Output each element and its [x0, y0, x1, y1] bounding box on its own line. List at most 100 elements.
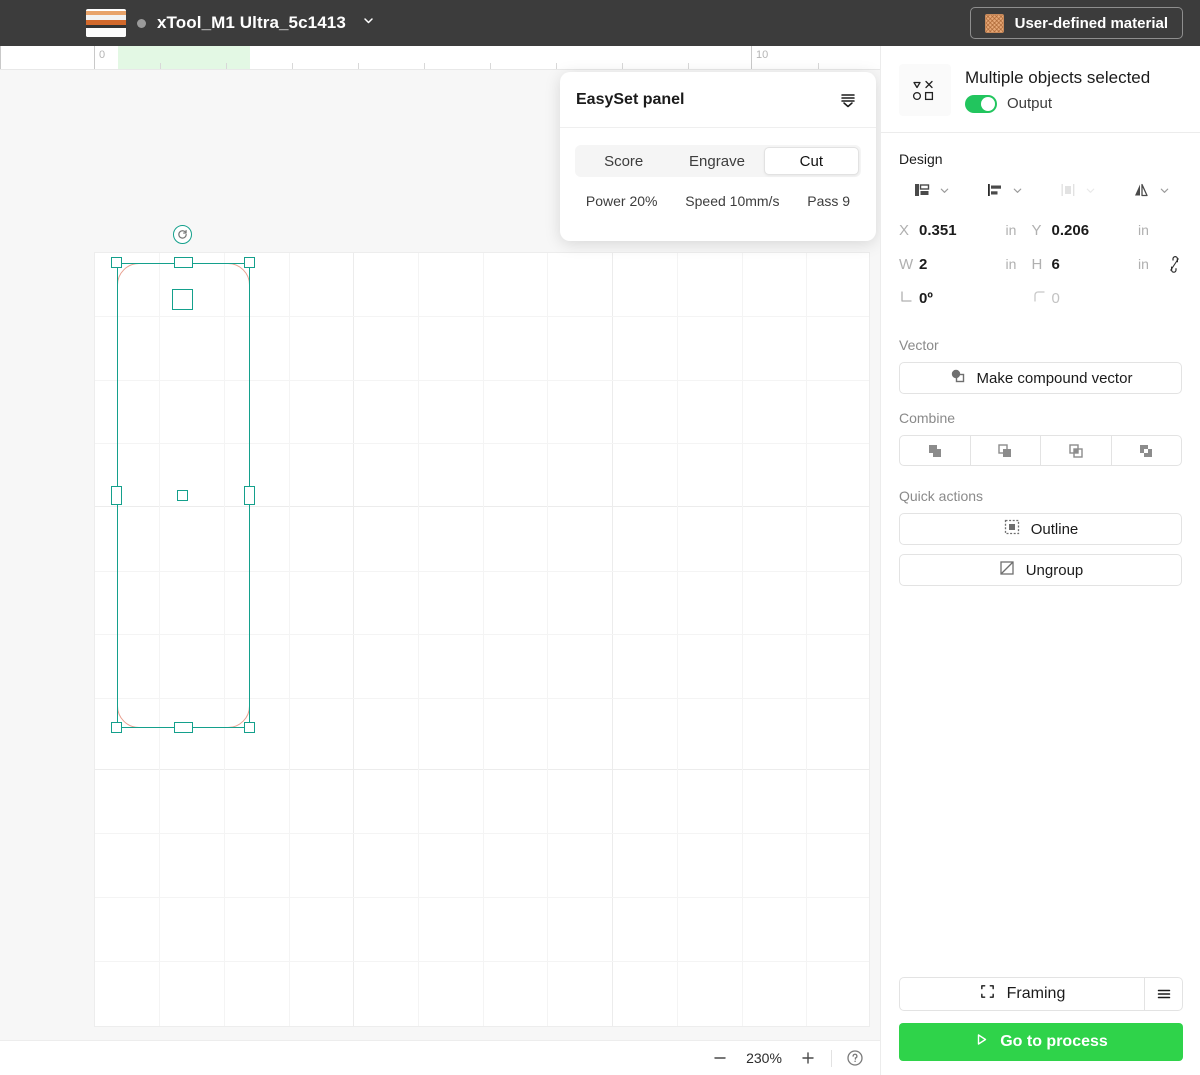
user-defined-material-button[interactable]: User-defined material	[969, 7, 1183, 39]
size-row: W 2 in H 6 in	[899, 247, 1182, 281]
resize-handle-top-center[interactable]	[174, 257, 193, 268]
h-value[interactable]: 6	[1052, 256, 1139, 273]
output-label: Output	[1007, 95, 1053, 112]
broken-link-icon[interactable]	[1164, 255, 1182, 273]
transform-fields: X 0.351 in Y 0.206 in W 2 in H 6 in 0º 0	[881, 209, 1200, 315]
framing-label: Framing	[1006, 985, 1066, 1002]
speed-parameter[interactable]: Speed 10mm/s	[685, 193, 779, 209]
intersect-icon[interactable]	[1040, 435, 1112, 466]
design-section-label: Design	[899, 151, 943, 167]
center-anchor-handle[interactable]	[177, 490, 188, 501]
play-triangle-icon	[974, 1032, 989, 1052]
chevron-down-icon	[1086, 188, 1095, 193]
framing-brackets-icon	[979, 983, 996, 1005]
pass-parameter[interactable]: Pass 9	[807, 193, 850, 209]
x-value[interactable]: 0.351	[919, 222, 1006, 239]
compound-vector-icon	[949, 367, 967, 389]
angle-field[interactable]: 0º	[899, 289, 1032, 308]
chevron-down-icon	[941, 188, 949, 193]
easyset-panel-title: EasySet panel	[576, 90, 685, 108]
process-mode-tabs[interactable]: Score Engrave Cut	[575, 145, 861, 177]
corner-radius-value: 0	[1051, 289, 1060, 307]
exclude-icon[interactable]	[1110, 435, 1182, 466]
chevron-down-icon	[1160, 188, 1168, 193]
x-field[interactable]: X 0.351 in	[899, 222, 1032, 239]
y-value[interactable]: 0.206	[1052, 222, 1139, 239]
width-field[interactable]: W 2 in	[899, 256, 1032, 273]
plus-icon[interactable]	[799, 1049, 817, 1067]
resize-handle-bottom-center[interactable]	[174, 722, 193, 733]
hatched-material-swatch-icon	[984, 13, 1004, 33]
align-left-tool[interactable]	[968, 173, 1041, 207]
union-icon[interactable]	[899, 435, 971, 466]
selected-object[interactable]	[111, 257, 255, 733]
resize-handle-top-left[interactable]	[111, 257, 122, 268]
tab-score[interactable]: Score	[577, 147, 670, 175]
zoom-level-value[interactable]: 230%	[743, 1050, 785, 1066]
x-unit: in	[1005, 222, 1017, 238]
distribute-tool	[1041, 173, 1114, 207]
vector-section-label: Vector	[899, 337, 939, 353]
minus-icon[interactable]	[711, 1049, 729, 1067]
flip-mirror-tool[interactable]	[1113, 173, 1186, 207]
resize-handle-bottom-left[interactable]	[111, 722, 122, 733]
subtract-icon[interactable]	[969, 435, 1041, 466]
corner-radius-handle[interactable]	[172, 289, 193, 310]
material-button-label: User-defined material	[1014, 14, 1168, 32]
outline-label: Outline	[1030, 520, 1079, 538]
angle-value[interactable]: 0º	[919, 290, 1006, 307]
y-field[interactable]: Y 0.206 in	[1032, 222, 1165, 239]
make-compound-vector-button[interactable]: Make compound vector	[899, 362, 1182, 394]
outline-button[interactable]: Outline	[899, 513, 1182, 545]
arrange-layer-tool[interactable]	[895, 173, 968, 207]
combine-buttons-row	[899, 435, 1182, 466]
hamburger-menu-icon[interactable]	[1145, 977, 1183, 1011]
ungroup-button[interactable]: Ungroup	[899, 554, 1182, 586]
power-parameter[interactable]: Power 20%	[586, 193, 658, 209]
y-unit: in	[1138, 222, 1149, 238]
ruler-label: 10	[756, 49, 769, 61]
chevron-down-icon	[1013, 188, 1022, 193]
go-to-process-label: Go to process	[1000, 1033, 1108, 1050]
chevron-down-icon[interactable]	[361, 13, 376, 33]
selection-summary: Multiple objects selected Output	[881, 46, 1200, 132]
resize-handle-top-right[interactable]	[244, 257, 255, 268]
easyset-panel-header: EasySet panel	[560, 72, 876, 128]
angle-icon	[899, 289, 919, 308]
height-field[interactable]: H 6 in	[1032, 256, 1165, 273]
corner-radius-field: 0	[1032, 289, 1165, 308]
w-label: W	[899, 255, 914, 273]
h-label: H	[1031, 255, 1043, 273]
framing-button[interactable]: Framing	[899, 977, 1145, 1011]
w-unit: in	[1005, 256, 1017, 272]
output-toggle[interactable]	[965, 94, 997, 113]
collapse-panel-icon[interactable]	[836, 88, 860, 112]
outline-icon	[1003, 518, 1021, 540]
output-row: Output	[965, 94, 1150, 113]
right-properties-panel: Multiple objects selected Output Design	[880, 46, 1200, 1075]
framing-row: Framing	[899, 977, 1183, 1011]
resize-handle-middle-right[interactable]	[244, 486, 255, 505]
w-value[interactable]: 2	[919, 256, 1006, 273]
h-unit: in	[1138, 256, 1149, 272]
rotation-row: 0º 0	[899, 281, 1182, 315]
resize-handle-middle-left[interactable]	[111, 486, 122, 505]
divider	[831, 1049, 832, 1067]
ungroup-icon	[998, 559, 1016, 581]
question-mark-circle-icon[interactable]	[846, 1049, 864, 1067]
status-dot-icon	[137, 18, 146, 28]
zoom-controls: 230%	[711, 1049, 817, 1067]
machine-thumbnail-icon	[86, 9, 126, 37]
rotate-handle-icon[interactable]	[173, 225, 192, 244]
resize-handle-bottom-right[interactable]	[244, 722, 255, 733]
go-to-process-button[interactable]: Go to process	[899, 1023, 1183, 1061]
horizontal-ruler: 0 10	[0, 46, 880, 70]
device-selector[interactable]: xTool_M1 Ultra_5c1413	[86, 9, 376, 37]
multiple-shapes-icon	[899, 64, 951, 116]
top-bar: xTool_M1 Ultra_5c1413 User-defined mater…	[0, 0, 1200, 46]
easyset-panel[interactable]: EasySet panel Score Engrave Cut Power 20…	[560, 72, 876, 241]
tab-engrave[interactable]: Engrave	[670, 147, 763, 175]
align-tool-row	[881, 171, 1200, 209]
tab-cut[interactable]: Cut	[763, 147, 859, 175]
make-compound-vector-label: Make compound vector	[976, 369, 1133, 387]
